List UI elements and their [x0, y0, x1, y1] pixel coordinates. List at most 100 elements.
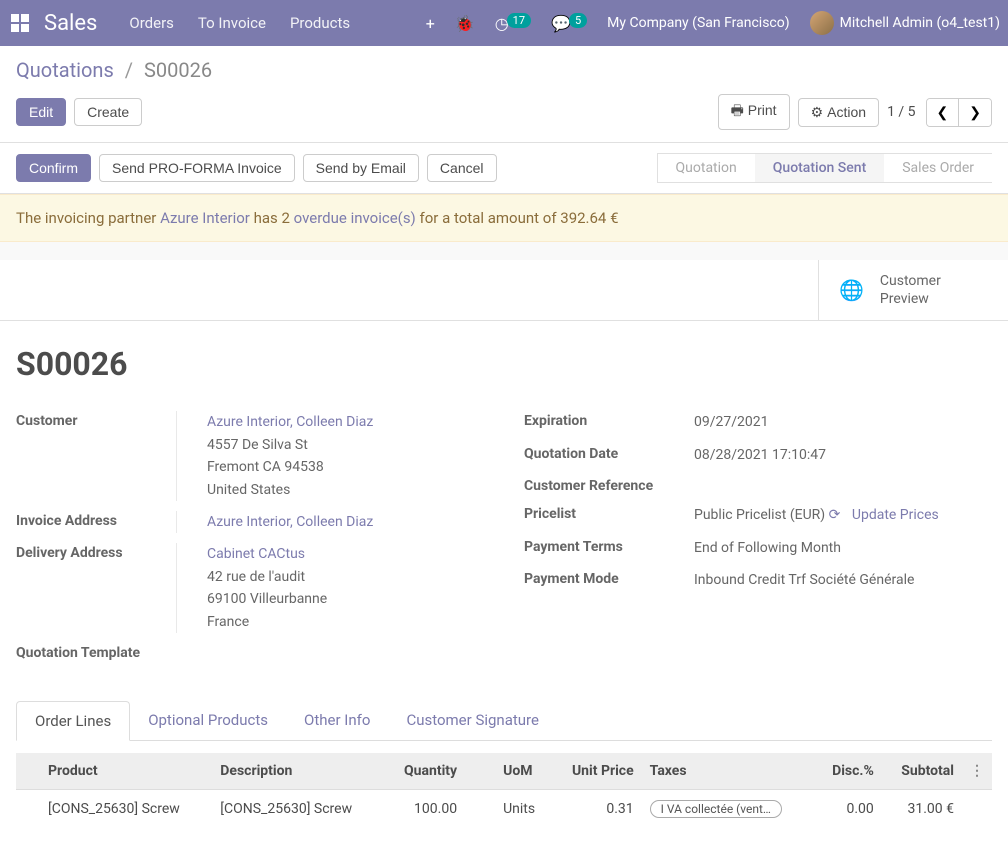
- payment-terms-value: End of Following Month: [694, 537, 992, 559]
- step-quotation[interactable]: Quotation: [657, 153, 755, 183]
- action-button[interactable]: ⚙Action: [798, 98, 879, 127]
- apps-icon[interactable]: [8, 11, 32, 35]
- th-uom[interactable]: UoM: [495, 753, 551, 790]
- delivery-city: 69100 Villeurbanne: [207, 588, 484, 610]
- brand[interactable]: Sales: [44, 11, 97, 36]
- chat-badge: 5: [569, 13, 587, 28]
- pager-next[interactable]: ❯: [958, 99, 991, 126]
- nav-links: Orders To Invoice Products: [129, 14, 350, 32]
- tab-other-info[interactable]: Other Info: [286, 701, 388, 740]
- invoice-value: Azure Interior, Colleen Diaz: [176, 511, 484, 533]
- customer-preview-button[interactable]: 🌐 Customer Preview: [818, 260, 1008, 320]
- payment-mode-label: Payment Mode: [524, 569, 694, 587]
- tab-order-lines[interactable]: Order Lines: [16, 701, 130, 741]
- delivery-street: 42 rue de l'audit: [207, 566, 484, 588]
- delivery-link[interactable]: Cabinet CACtus: [207, 546, 305, 562]
- pager-value[interactable]: 1 / 5: [887, 104, 915, 120]
- field-quotation-template: Quotation Template: [16, 643, 484, 661]
- status-steps: Quotation Quotation Sent Sales Order: [657, 153, 992, 183]
- field-quotation-date: Quotation Date 08/28/2021 17:10:47: [524, 444, 992, 466]
- field-payment-terms: Payment Terms End of Following Month: [524, 537, 992, 559]
- warn-overdue-link[interactable]: overdue invoice(s): [294, 209, 416, 227]
- cell-subtotal: 31.00 €: [882, 789, 962, 828]
- stat-line1: Customer: [880, 272, 941, 290]
- refresh-icon[interactable]: ⟳: [829, 507, 841, 523]
- pricelist-text: Public Pricelist (EUR): [694, 507, 825, 523]
- field-expiration: Expiration 09/27/2021: [524, 411, 992, 433]
- sheet-wrap: 🌐 Customer Preview S00026 Customer Azure…: [0, 260, 1008, 852]
- payment-terms-label: Payment Terms: [524, 537, 694, 555]
- field-payment-mode: Payment Mode Inbound Credit Trf Société …: [524, 569, 992, 591]
- overdue-warning: The invoicing partner Azure Interior has…: [0, 194, 1008, 242]
- warn-suffix: for a total amount of 392.64 €: [420, 209, 619, 227]
- create-button[interactable]: Create: [74, 98, 142, 126]
- nav-products[interactable]: Products: [290, 14, 350, 32]
- form-sheet: S00026 Customer Azure Interior, Colleen …: [0, 321, 1008, 852]
- control-panel: Quotations / S00026 Edit Create 🖶Print ⚙…: [0, 46, 1008, 143]
- step-sales-order[interactable]: Sales Order: [884, 153, 992, 183]
- quotation-date-value: 08/28/2021 17:10:47: [694, 444, 992, 466]
- th-kebab[interactable]: ⋮: [962, 753, 992, 790]
- action-label: Action: [827, 104, 866, 120]
- warn-has: has 2: [254, 209, 294, 227]
- cell-uom: Units: [495, 789, 551, 828]
- nav-right: + 🐞 ◷17 💬5 My Company (San Francisco) Mi…: [426, 11, 1000, 35]
- sheet-columns: Customer Azure Interior, Colleen Diaz 45…: [16, 411, 992, 671]
- quotation-date-label: Quotation Date: [524, 444, 694, 462]
- warn-partner-link[interactable]: Azure Interior: [160, 209, 250, 227]
- proforma-button[interactable]: Send PRO-FORMA Invoice: [99, 154, 295, 182]
- field-delivery-address: Delivery Address Cabinet CACtus 42 rue d…: [16, 543, 484, 633]
- left-col: Customer Azure Interior, Colleen Diaz 45…: [16, 411, 484, 671]
- customer-link[interactable]: Azure Interior, Colleen Diaz: [207, 414, 373, 430]
- customer-value: Azure Interior, Colleen Diaz 4557 De Sil…: [176, 411, 484, 501]
- company-selector[interactable]: My Company (San Francisco): [607, 15, 789, 31]
- clock-icon[interactable]: ◷17: [495, 14, 531, 33]
- cp-actions: Edit Create 🖶Print ⚙Action 1 / 5 ❮ ❯: [16, 94, 992, 130]
- th-quantity[interactable]: Quantity: [385, 753, 466, 790]
- th-unit-price[interactable]: Unit Price: [551, 753, 642, 790]
- button-box: 🌐 Customer Preview: [0, 260, 1008, 321]
- expiration-label: Expiration: [524, 411, 694, 429]
- cell-discount: 0.00: [815, 789, 882, 828]
- globe-icon: 🌐: [839, 278, 864, 302]
- th-product[interactable]: Product: [40, 753, 212, 790]
- th-description[interactable]: Description: [212, 753, 384, 790]
- cell-taxes: I VA collectée (vent…: [642, 789, 815, 828]
- customer-street: 4557 De Silva St: [207, 434, 484, 456]
- cancel-button[interactable]: Cancel: [427, 154, 497, 182]
- field-customer: Customer Azure Interior, Colleen Diaz 45…: [16, 411, 484, 501]
- update-prices-link[interactable]: Update Prices: [852, 507, 939, 523]
- th-taxes[interactable]: Taxes: [642, 753, 815, 790]
- delivery-label: Delivery Address: [16, 543, 186, 561]
- chat-icon[interactable]: 💬5: [551, 14, 587, 33]
- breadcrumb-current: S00026: [144, 58, 212, 82]
- send-email-button[interactable]: Send by Email: [303, 154, 419, 182]
- step-quotation-sent[interactable]: Quotation Sent: [755, 153, 884, 183]
- nav-to-invoice[interactable]: To Invoice: [198, 14, 266, 32]
- stat-text: Customer Preview: [880, 272, 941, 308]
- payment-mode-value: Inbound Credit Trf Société Générale: [694, 569, 992, 591]
- bug-icon[interactable]: 🐞: [455, 14, 475, 33]
- customer-city: Fremont CA 94538: [207, 456, 484, 478]
- invoice-link[interactable]: Azure Interior, Colleen Diaz: [207, 514, 373, 530]
- edit-button[interactable]: Edit: [16, 98, 66, 126]
- gear-icon: ⚙: [811, 104, 824, 120]
- customer-country: United States: [207, 479, 484, 501]
- pricelist-label: Pricelist: [524, 504, 694, 522]
- nav-orders[interactable]: Orders: [129, 14, 174, 32]
- print-button[interactable]: 🖶Print: [718, 94, 790, 130]
- user-menu[interactable]: Mitchell Admin (o4_test1): [810, 11, 1000, 35]
- pager-nav: ❮ ❯: [926, 98, 992, 127]
- table-row[interactable]: [CONS_25630] Screw [CONS_25630] Screw 10…: [16, 789, 992, 828]
- template-label: Quotation Template: [16, 643, 186, 661]
- confirm-button[interactable]: Confirm: [16, 154, 91, 182]
- th-subtotal[interactable]: Subtotal: [882, 753, 962, 790]
- tab-optional-products[interactable]: Optional Products: [130, 701, 286, 740]
- breadcrumb-root[interactable]: Quotations: [16, 58, 114, 82]
- pager-prev[interactable]: ❮: [927, 99, 959, 126]
- tab-customer-signature[interactable]: Customer Signature: [388, 701, 557, 740]
- new-icon[interactable]: +: [426, 14, 435, 33]
- navbar: Sales Orders To Invoice Products + 🐞 ◷17…: [0, 0, 1008, 46]
- th-discount[interactable]: Disc.%: [815, 753, 882, 790]
- customer-label: Customer: [16, 411, 186, 429]
